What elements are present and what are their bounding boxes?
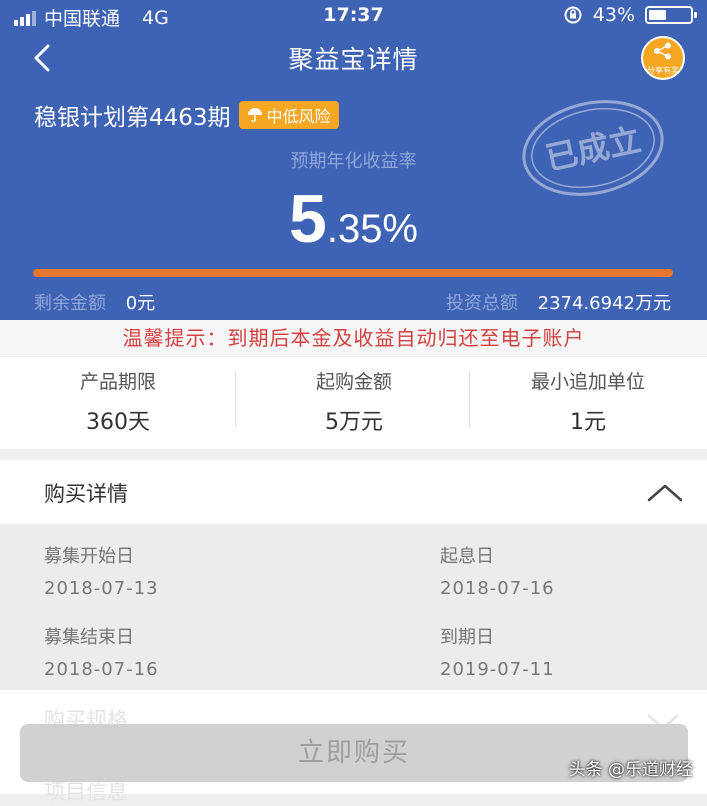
- detail-value: 2018-07-13: [44, 578, 159, 599]
- product-name-row: 稳银计划第4463期 中低风险: [34, 98, 339, 132]
- remaining-value: 0元: [125, 293, 156, 314]
- detail-maturity: 到期日 2019-07-11: [440, 623, 555, 680]
- rate-integer: 5: [289, 181, 327, 257]
- purchase-details-header[interactable]: 购买详情: [0, 460, 707, 524]
- remaining-label: 剩余金额: [34, 293, 106, 314]
- detail-value: 2018-07-16: [440, 578, 555, 599]
- remaining-amount: 剩余金额 0元: [34, 289, 155, 315]
- detail-interest-start: 起息日 2018-07-16: [440, 542, 555, 599]
- detail-label: 募集结束日: [44, 627, 134, 648]
- watermark: 头条 @乐道财经: [568, 760, 693, 780]
- product-name: 稳银计划第4463期: [34, 105, 231, 131]
- stat-label: 起购金额: [315, 371, 392, 393]
- status-bar: 中国联通 4G 17:37 43%: [0, 0, 707, 32]
- nav-bar: 聚益宝详情 分享有奖: [0, 34, 707, 82]
- subscription-progress-bar: [33, 269, 673, 277]
- rate-decimal: .35%: [326, 207, 418, 251]
- detail-raise-end: 募集结束日 2018-07-16: [44, 623, 159, 680]
- umbrella-icon: [247, 108, 262, 123]
- product-header: 中国联通 4G 17:37 43% 聚益宝详情 分享有奖 稳银计划第4463期 …: [0, 0, 707, 320]
- stat-label: 最小追加单位: [530, 371, 645, 393]
- risk-badge: 中低风险: [238, 101, 339, 129]
- share-button[interactable]: 分享有奖: [641, 36, 685, 80]
- section-title: 购买详情: [44, 482, 128, 506]
- stat-term: 产品期限 360天: [0, 367, 236, 436]
- risk-label: 中低风险: [266, 107, 331, 126]
- battery-icon: [645, 6, 697, 24]
- total-label: 投资总额: [445, 293, 518, 314]
- rate-value: 5.35%: [0, 180, 707, 258]
- detail-raise-start: 募集开始日 2018-07-13: [44, 542, 159, 599]
- stat-value: 1元: [570, 410, 606, 435]
- stat-label: 产品期限: [79, 371, 156, 393]
- total-investment: 投资总额 2374.6942万元: [446, 289, 671, 315]
- chevron-up-icon[interactable]: [645, 476, 685, 506]
- page-title: 聚益宝详情: [288, 45, 419, 74]
- share-label: 分享有奖: [647, 66, 679, 75]
- purchase-details-body: 募集开始日 2018-07-13 起息日 2018-07-16 募集结束日 20…: [0, 524, 707, 690]
- stat-value: 5万元: [325, 410, 383, 435]
- total-value: 2374.6942万元: [537, 293, 671, 314]
- stat-value: 360天: [86, 410, 150, 435]
- detail-value: 2018-07-16: [44, 659, 159, 680]
- share-icon: [654, 42, 671, 60]
- rotation-lock-icon: [564, 6, 582, 24]
- detail-label: 到期日: [440, 627, 494, 648]
- detail-label: 起息日: [440, 546, 494, 567]
- rate-label: 预期年化收益率: [290, 151, 417, 172]
- status-right: 43%: [563, 4, 697, 26]
- detail-value: 2019-07-11: [440, 659, 555, 680]
- detail-label: 募集开始日: [44, 546, 134, 567]
- product-stats: 产品期限 360天 起购金额 5万元 最小追加单位 1元: [0, 357, 707, 449]
- stat-min-increment: 最小追加单位 1元: [470, 367, 706, 436]
- notice-banner: 温馨提示：到期后本金及收益自动归还至电子账户: [0, 320, 707, 356]
- stat-min-purchase: 起购金额 5万元: [236, 367, 472, 436]
- battery-percent: 43%: [592, 4, 635, 26]
